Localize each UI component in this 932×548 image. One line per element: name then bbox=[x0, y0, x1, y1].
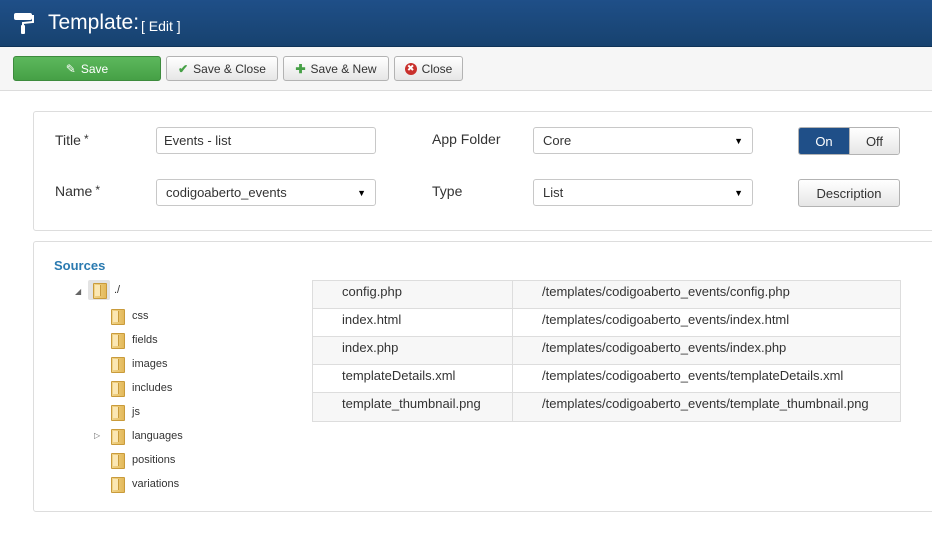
folder-icon bbox=[92, 282, 107, 299]
file-name: config.php bbox=[313, 281, 513, 308]
required-marker: * bbox=[83, 132, 89, 146]
file-name: template_thumbnail.png bbox=[313, 393, 513, 421]
chevron-down-icon: ▼ bbox=[734, 135, 743, 146]
folder-icon bbox=[110, 404, 125, 421]
chevron-down-icon: ▼ bbox=[357, 187, 366, 198]
file-path: /templates/codigoaberto_events/index.php bbox=[542, 340, 787, 355]
file-name: templateDetails.xml bbox=[313, 365, 513, 392]
edit-icon: ✎ bbox=[65, 61, 76, 76]
template-form-panel: Title * Events - list Name * codigoaberto_… bbox=[33, 111, 932, 231]
save-button[interactable]: ✎ Save bbox=[13, 56, 161, 81]
published-toggle: On Off bbox=[798, 127, 900, 155]
file-name: index.html bbox=[313, 309, 513, 336]
title-label-text: Title bbox=[55, 132, 81, 148]
file-name: index.php bbox=[313, 337, 513, 364]
tree-item-css[interactable]: css bbox=[110, 308, 149, 325]
table-row[interactable]: index.php /templates/codigoaberto_events… bbox=[313, 337, 900, 365]
toolbar: ✎ Save ✔ Save & Close ✚ Save & New ✖ Clo… bbox=[0, 47, 932, 91]
sources-panel: Sources ◢ ./ css fields images includes … bbox=[33, 241, 932, 512]
tree-item-label: fields bbox=[132, 334, 158, 346]
app-folder-select[interactable]: Core ▼ bbox=[533, 127, 753, 154]
tree-root[interactable]: ./ bbox=[88, 280, 120, 300]
tree-item-positions[interactable]: positions bbox=[110, 452, 176, 469]
toggle-on-button[interactable]: On bbox=[799, 128, 849, 154]
close-button-label: Close bbox=[421, 61, 453, 76]
save-close-button-label: Save & Close bbox=[193, 61, 266, 76]
name-select-value: codigoaberto_events bbox=[166, 185, 287, 200]
tree-item-js[interactable]: js bbox=[110, 404, 140, 421]
folder-icon bbox=[110, 332, 125, 349]
app-folder-label: App Folder bbox=[432, 131, 501, 147]
tree-item-label: includes bbox=[132, 382, 173, 394]
required-marker: * bbox=[95, 183, 101, 197]
title-input-value: Events - list bbox=[164, 133, 232, 148]
folder-icon bbox=[110, 476, 125, 493]
collapse-icon[interactable]: ◢ bbox=[75, 287, 81, 296]
chevron-down-icon: ▼ bbox=[734, 187, 743, 198]
root-folder-box bbox=[88, 280, 110, 300]
title-label: Title * bbox=[55, 132, 89, 148]
name-label: Name * bbox=[55, 183, 100, 199]
paint-roller-icon bbox=[14, 13, 34, 34]
tree-root-label: ./ bbox=[114, 284, 121, 296]
close-icon: ✖ bbox=[404, 62, 417, 75]
type-select[interactable]: List ▼ bbox=[533, 179, 753, 206]
table-row[interactable]: config.php /templates/codigoaberto_event… bbox=[313, 281, 900, 309]
tree-item-label: images bbox=[132, 358, 168, 370]
folder-icon bbox=[110, 380, 125, 397]
save-close-button[interactable]: ✔ Save & Close bbox=[166, 56, 278, 81]
type-label: Type bbox=[432, 183, 463, 199]
tree-item-label: js bbox=[132, 406, 140, 418]
close-button[interactable]: ✖ Close bbox=[394, 56, 463, 81]
save-new-button-label: Save & New bbox=[310, 61, 377, 76]
table-row[interactable]: index.html /templates/codigoaberto_event… bbox=[313, 309, 900, 337]
folder-icon bbox=[110, 452, 125, 469]
tree-item-images[interactable]: images bbox=[110, 356, 168, 373]
save-button-label: Save bbox=[80, 61, 109, 76]
tree-item-label: variations bbox=[132, 478, 180, 490]
table-row[interactable]: template_thumbnail.png /templates/codigo… bbox=[313, 393, 900, 421]
page-title: Template: bbox=[48, 11, 140, 34]
name-select[interactable]: codigoaberto_events ▼ bbox=[156, 179, 376, 206]
folder-icon bbox=[110, 428, 125, 445]
name-label-text: Name bbox=[55, 183, 93, 199]
tree-item-label: css bbox=[132, 310, 149, 322]
tree-item-label: positions bbox=[132, 454, 176, 466]
file-path: /templates/codigoaberto_events/templateD… bbox=[542, 368, 844, 383]
app-folder-value: Core bbox=[543, 133, 572, 148]
table-row[interactable]: templateDetails.xml /templates/codigoabe… bbox=[313, 365, 900, 393]
file-path: /templates/codigoaberto_events/index.htm… bbox=[542, 312, 790, 327]
type-select-value: List bbox=[543, 185, 564, 200]
tree-item-includes[interactable]: includes bbox=[110, 380, 173, 397]
tree-item-languages[interactable]: languages bbox=[110, 428, 183, 445]
toggle-off-button[interactable]: Off bbox=[848, 128, 899, 154]
file-path: /templates/codigoaberto_events/template_… bbox=[542, 396, 869, 411]
folder-icon bbox=[110, 308, 125, 325]
tree-item-label: languages bbox=[132, 430, 183, 442]
files-table: config.php /templates/codigoaberto_event… bbox=[312, 280, 901, 422]
save-new-button[interactable]: ✚ Save & New bbox=[283, 56, 389, 81]
title-input[interactable]: Events - list bbox=[156, 127, 376, 154]
check-icon: ✔ bbox=[178, 61, 189, 76]
tree-item-variations[interactable]: variations bbox=[110, 476, 180, 493]
expand-icon[interactable]: ▷ bbox=[94, 431, 100, 440]
file-path: /templates/codigoaberto_events/config.ph… bbox=[542, 284, 790, 299]
tree-item-fields[interactable]: fields bbox=[110, 332, 158, 349]
page-header: Template: [ Edit ] bbox=[0, 0, 932, 47]
folder-icon bbox=[110, 356, 125, 373]
sources-title: Sources bbox=[54, 258, 106, 273]
page-subtitle: [ Edit ] bbox=[141, 18, 181, 34]
description-button[interactable]: Description bbox=[798, 179, 900, 207]
plus-icon: ✚ bbox=[295, 61, 306, 76]
